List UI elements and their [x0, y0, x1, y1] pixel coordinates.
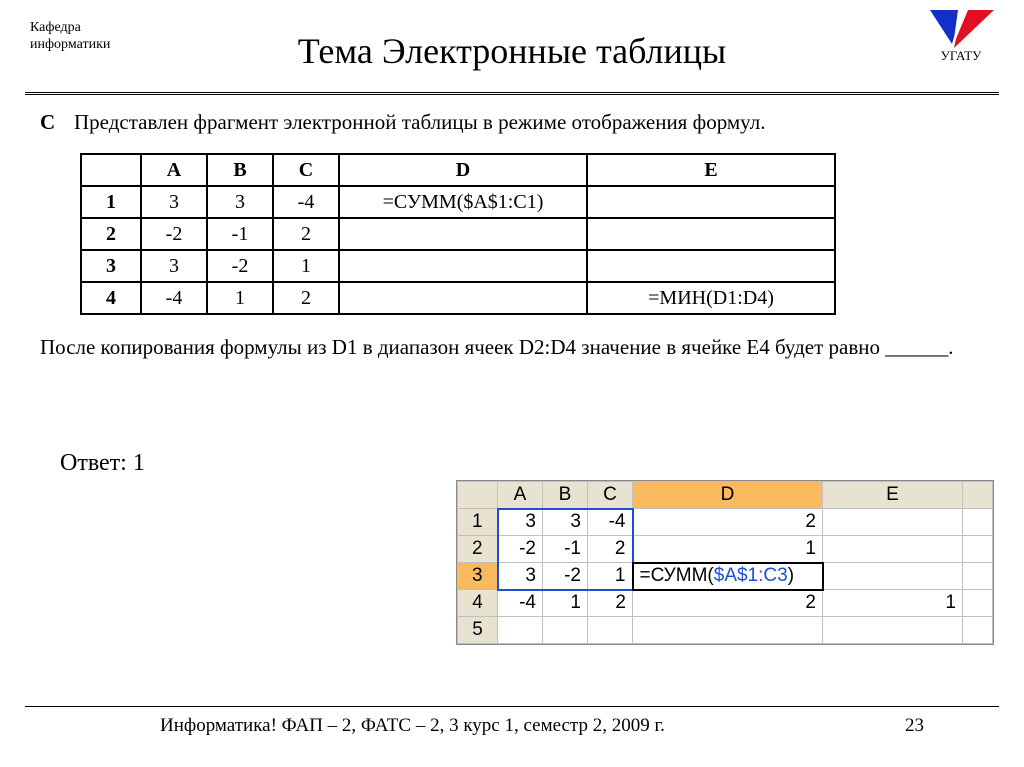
excel-col-header: B: [543, 482, 588, 509]
answer-label: Ответ:: [60, 450, 127, 476]
table-header: E: [587, 154, 835, 186]
table-header: A: [141, 154, 207, 186]
dept-line1: Кафедра: [30, 20, 81, 35]
org-logo-icon: [928, 8, 994, 48]
excel-col-header: A: [498, 482, 543, 509]
org-block: УГАТУ: [928, 8, 994, 64]
table-row: 2 -2 -1 2: [81, 218, 835, 250]
answer: Ответ: 1: [60, 450, 984, 477]
slide-title: Тема Электронные таблицы: [30, 30, 994, 72]
excel-col-header: E: [823, 482, 963, 509]
content: C Представлен фрагмент электронной табли…: [0, 95, 1024, 477]
table-header: [81, 154, 141, 186]
dept-line2: информатики: [30, 37, 110, 52]
excel-col-header: [963, 482, 993, 509]
answer-value: 1: [133, 450, 145, 476]
excel-row: 1 3 3 -4 2: [458, 509, 993, 536]
excel-screenshot: A B C D E 1 3 3 -4 2 2 -2 -1 2 1 3 3 -2 …: [456, 480, 994, 645]
problem-letter: C: [40, 110, 74, 135]
department-label: Кафедра информатики: [30, 20, 110, 54]
footer-text: Информатика! ФАП – 2, ФАТС – 2, 3 курс 1…: [160, 715, 665, 737]
problem-intro: Представлен фрагмент электронной таблицы…: [74, 110, 984, 135]
org-name: УГАТУ: [928, 48, 994, 64]
excel-row: 4 -4 1 2 2 1: [458, 590, 993, 617]
table-header: C: [273, 154, 339, 186]
excel-row: 3 3 -2 1 =СУММ($A$1:C3): [458, 563, 993, 590]
formula-prefix: =СУММ(: [640, 565, 714, 586]
excel-row: 5: [458, 617, 993, 644]
table-header: D: [339, 154, 587, 186]
excel-active-cell: =СУММ($A$1:C3): [633, 563, 823, 590]
excel-col-header: D: [633, 482, 823, 509]
after-text: После копирования формулы из D1 в диапаз…: [40, 335, 984, 360]
table-header: B: [207, 154, 273, 186]
excel-corner: [458, 482, 498, 509]
formula-ref: $A$1:C3: [714, 565, 788, 586]
slide-footer: Информатика! ФАП – 2, ФАТС – 2, 3 курс 1…: [0, 706, 1024, 737]
table-row: A B C D E: [81, 154, 835, 186]
problem-intro-row: C Представлен фрагмент электронной табли…: [40, 110, 984, 135]
table-row: 3 3 -2 1: [81, 250, 835, 282]
excel-col-header: C: [588, 482, 633, 509]
slide-header: Кафедра информатики Тема Электронные таб…: [0, 0, 1024, 82]
footer-divider: [25, 706, 999, 707]
table-row: 4 -4 1 2 =МИН(D1:D4): [81, 282, 835, 314]
page-number: 23: [905, 715, 924, 737]
problem-table: A B C D E 1 3 3 -4 =СУММ($A$1:C1) 2 -2 -…: [80, 153, 836, 315]
excel-row: 2 -2 -1 2 1: [458, 536, 993, 563]
formula-suffix: ): [788, 565, 794, 586]
table-row: 1 3 3 -4 =СУММ($A$1:C1): [81, 186, 835, 218]
